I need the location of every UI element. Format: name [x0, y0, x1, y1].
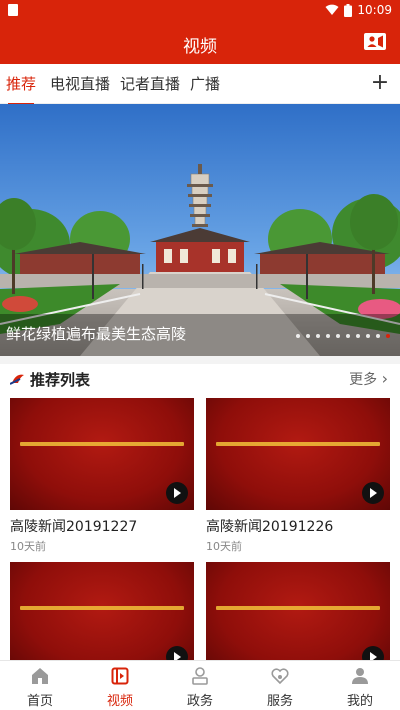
category-tabs: 推荐 电视直播 记者直播 广播 +: [0, 64, 400, 105]
nav-label: 首页: [26, 694, 53, 709]
banner-caption: 鲜花绿植遍布最美生态高陵: [6, 325, 187, 343]
thumbnail-caption-graphic: [20, 442, 184, 446]
recommend-list-header: 推荐列表 更多 ›: [0, 364, 400, 394]
video-time: 10天前: [206, 540, 242, 553]
video-card[interactable]: [206, 562, 390, 674]
play-icon[interactable]: [166, 482, 188, 504]
bottom-navigation: 首页 视频 政务 服务 我的: [0, 660, 400, 710]
nav-label: 我的: [346, 694, 373, 709]
pagination-dot[interactable]: [306, 334, 310, 338]
banner-pagination: [296, 334, 390, 338]
video-thumbnail: [10, 398, 194, 510]
tab-reporter-live[interactable]: 记者直播: [120, 73, 180, 103]
video-card[interactable]: 高陵新闻20191227 10天前: [10, 398, 194, 553]
thumbnail-caption-graphic: [216, 606, 380, 610]
nav-government[interactable]: 政务: [160, 661, 240, 710]
nav-video[interactable]: 视频: [80, 661, 160, 710]
nav-home[interactable]: 首页: [0, 661, 80, 710]
chevron-right-icon: ›: [381, 369, 388, 388]
tab-label: 推荐: [6, 75, 37, 93]
service-icon: [271, 668, 289, 685]
title-bar: 视频: [0, 20, 400, 64]
nav-label: 视频: [106, 694, 133, 709]
tab-label: 电视直播: [50, 75, 111, 93]
home-icon: [32, 668, 48, 684]
section-divider: [0, 356, 400, 364]
tab-tv-live[interactable]: 电视直播: [50, 73, 110, 103]
pagination-dot[interactable]: [376, 334, 380, 338]
government-icon: [192, 667, 208, 685]
video-thumbnail: [206, 562, 390, 674]
video-camera-icon[interactable]: [364, 33, 386, 50]
pagination-dot[interactable]: [356, 334, 360, 338]
featured-banner[interactable]: 鲜花绿植遍布最美生态高陵: [0, 104, 400, 356]
status-bar: 10:09: [0, 0, 400, 20]
sim-card-icon: [8, 4, 18, 16]
more-link[interactable]: 更多 ›: [349, 369, 388, 389]
page-title: 视频: [183, 37, 217, 57]
wifi-icon: [325, 4, 339, 15]
thumbnail-caption-graphic: [20, 606, 184, 610]
pagination-dot[interactable]: [316, 334, 320, 338]
video-time: 10天前: [10, 540, 46, 553]
pagination-dot[interactable]: [366, 334, 370, 338]
video-card[interactable]: [10, 562, 194, 674]
profile-icon: [352, 668, 368, 684]
play-icon[interactable]: [362, 482, 384, 504]
channel-logo-icon: [10, 374, 24, 385]
video-title: 高陵新闻20191226: [206, 519, 334, 535]
video-icon: [111, 667, 129, 685]
pagination-dot[interactable]: [296, 334, 300, 338]
section-title: 推荐列表: [30, 371, 91, 389]
video-thumbnail: [10, 562, 194, 674]
nav-label: 政务: [186, 694, 213, 709]
tab-radio[interactable]: 广播: [190, 73, 220, 103]
pagination-dot[interactable]: [336, 334, 340, 338]
app-screen: 10:09 视频 推荐 电视直播 记者直播 广播 + 鲜花绿植遍布最美生态高陵 …: [0, 0, 400, 710]
nav-label: 服务: [266, 694, 293, 709]
nav-service[interactable]: 服务: [240, 661, 320, 710]
thumbnail-caption-graphic: [216, 442, 380, 446]
nav-profile[interactable]: 我的: [320, 661, 400, 710]
pagination-dot[interactable]: [346, 334, 350, 338]
video-title: 高陵新闻20191227: [10, 519, 138, 535]
tab-label: 广播: [190, 75, 221, 93]
more-label: 更多: [349, 372, 378, 388]
battery-icon: [344, 3, 353, 17]
tab-recommend[interactable]: 推荐: [6, 73, 37, 105]
status-time: 10:09: [357, 3, 392, 17]
pagination-dot[interactable]: [326, 334, 330, 338]
video-thumbnail: [206, 398, 390, 510]
tab-label: 记者直播: [120, 75, 181, 93]
video-card[interactable]: 高陵新闻20191226 10天前: [206, 398, 390, 553]
add-channel-plus-icon[interactable]: +: [368, 69, 392, 97]
pagination-dot[interactable]: [386, 334, 390, 338]
